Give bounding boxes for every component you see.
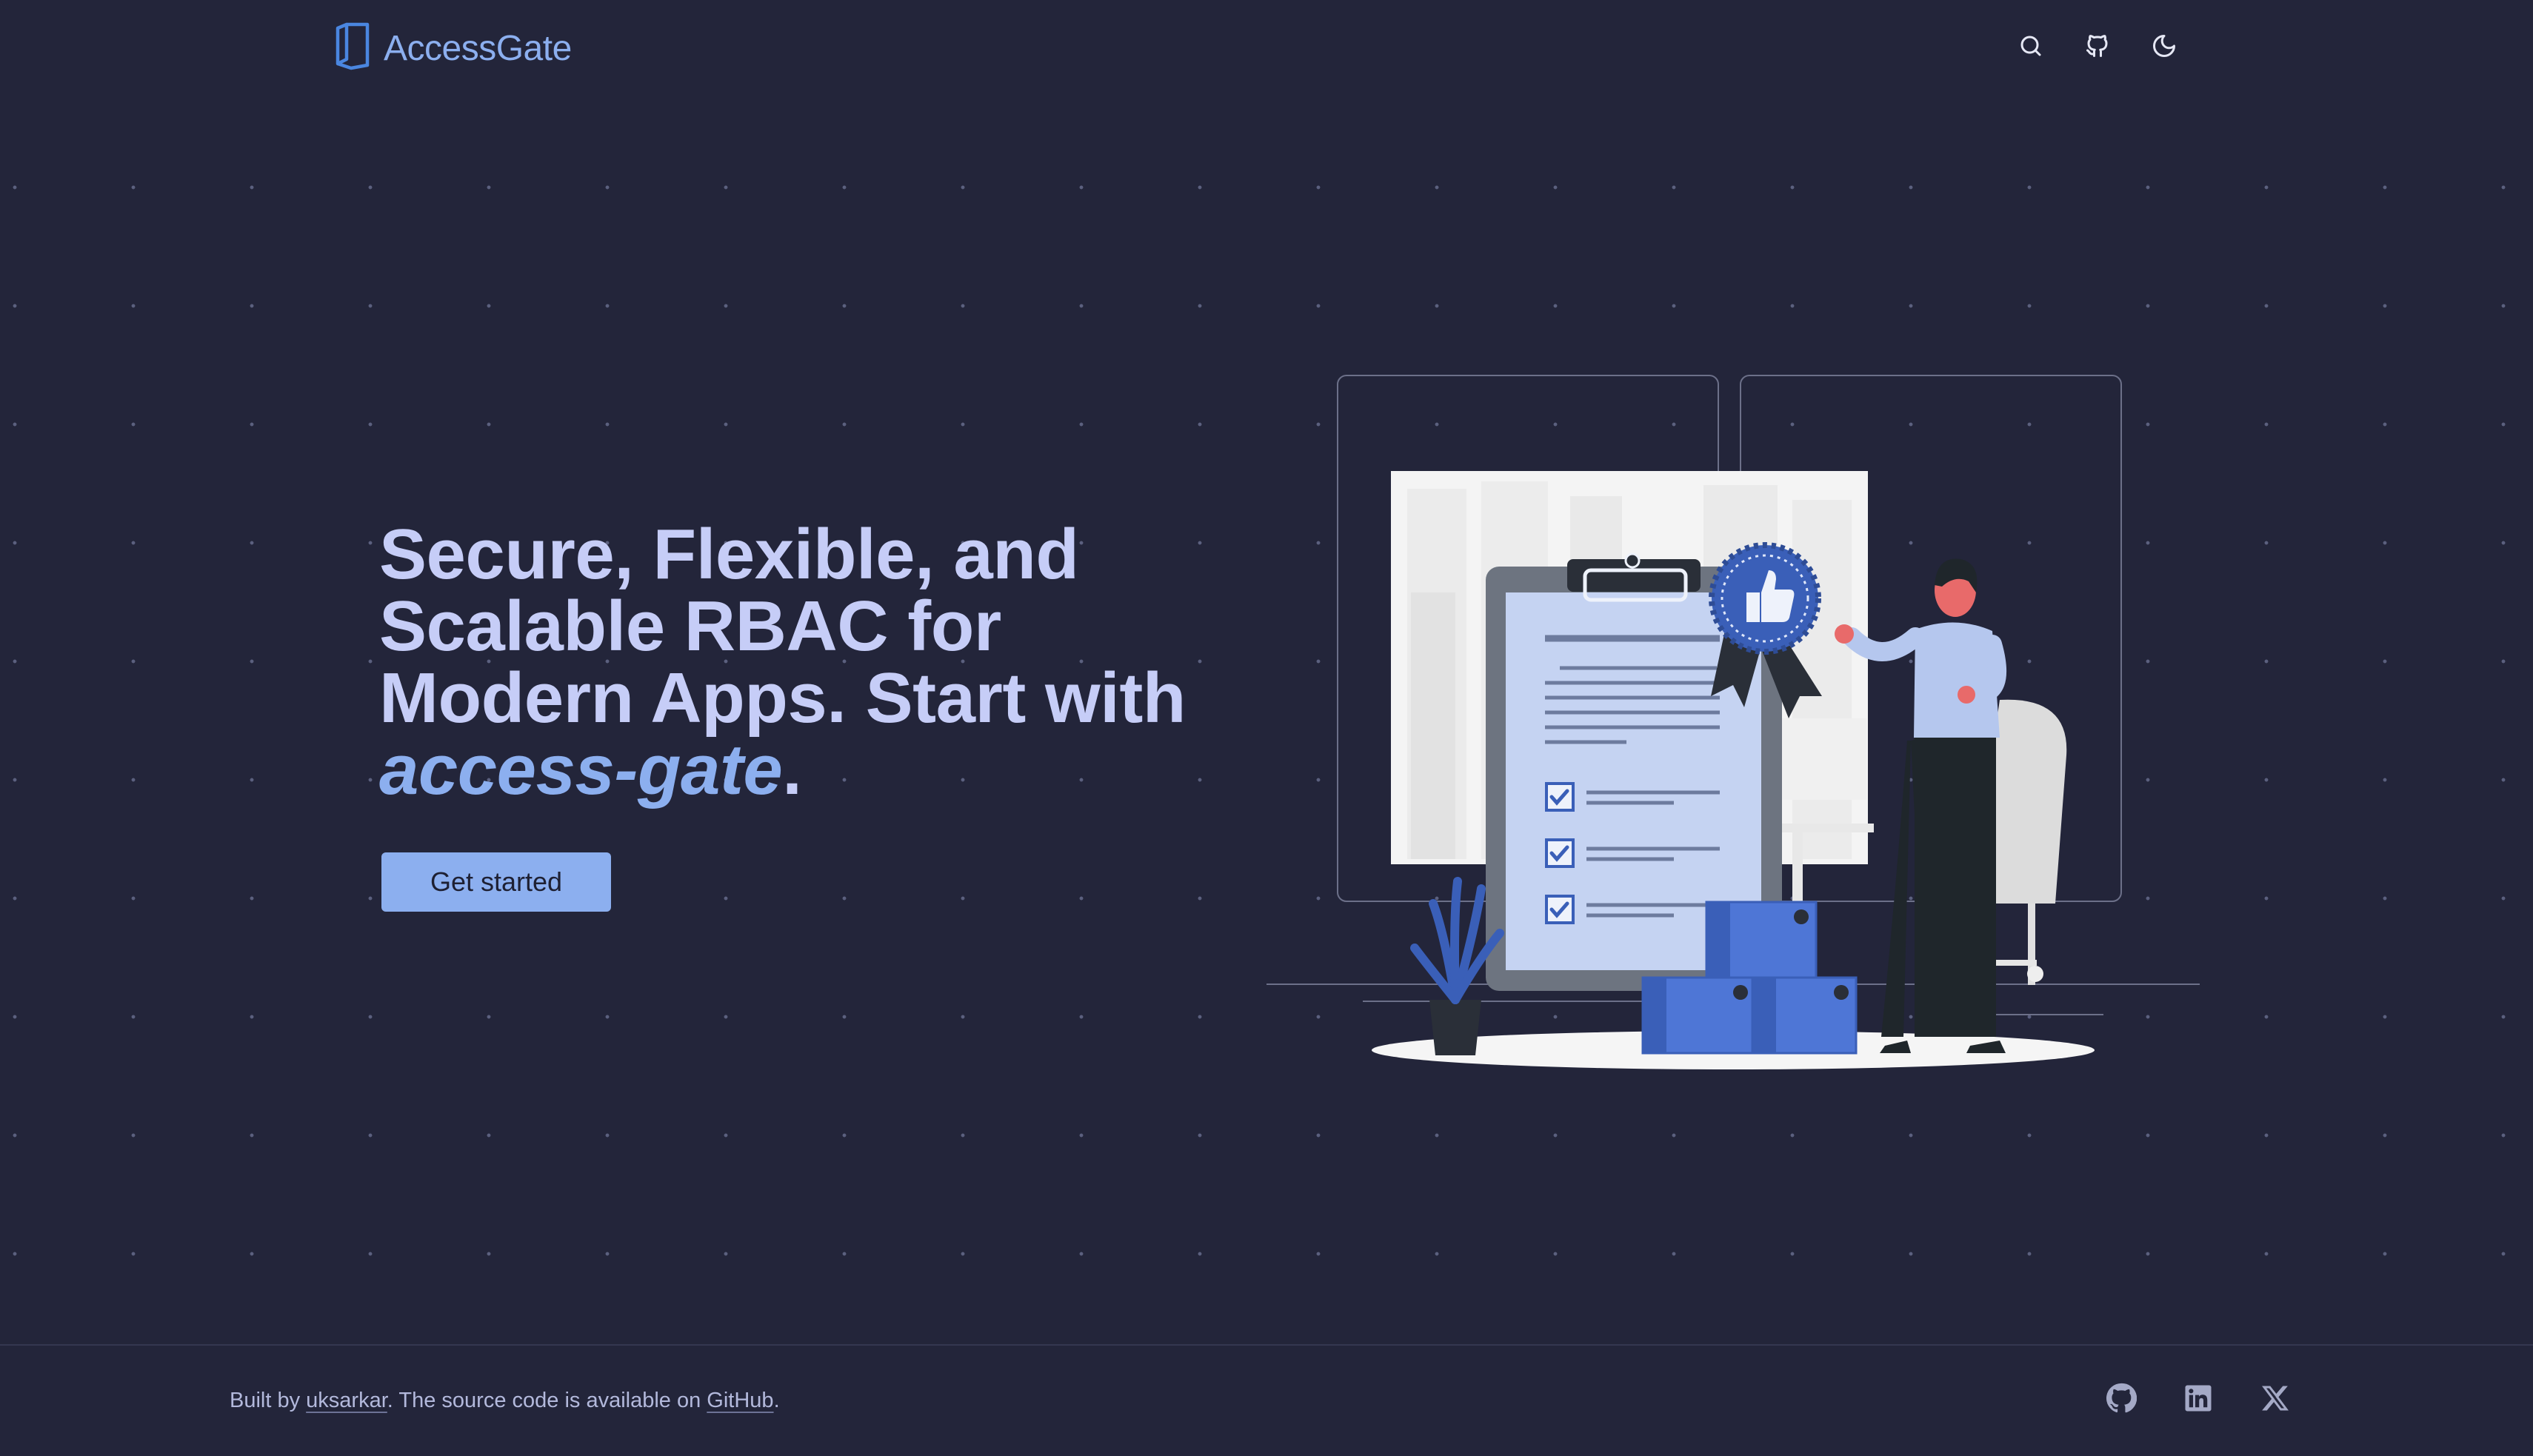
hero-title-line-3: Modern Apps. Start with	[379, 658, 1186, 738]
x-icon[interactable]	[2257, 1380, 2293, 1416]
github-icon[interactable]	[2081, 30, 2114, 62]
get-started-button[interactable]: Get started	[381, 852, 611, 912]
linkedin-icon[interactable]	[2180, 1380, 2216, 1416]
hero-illustration	[1259, 370, 2200, 1081]
hero-title: Secure, Flexible, and Scalable RBAC for …	[379, 518, 1268, 806]
footer-credits: Built by uksarkar. The source code is av…	[230, 1389, 780, 1413]
github-icon[interactable]	[2103, 1380, 2139, 1416]
footer-suffix: .	[773, 1389, 780, 1412]
source-code-link[interactable]: GitHub	[707, 1389, 773, 1412]
hero-title-line-1: Secure, Flexible, and	[379, 515, 1079, 594]
social-links	[2103, 1380, 2293, 1416]
author-link[interactable]: uksarkar	[306, 1389, 387, 1412]
brand-link[interactable]: AccessGate	[333, 22, 572, 75]
footer-built-by: Built by	[230, 1389, 307, 1412]
footer-divider	[0, 1344, 2533, 1346]
hero-title-end: .	[782, 730, 802, 809]
header-actions	[2015, 30, 2180, 62]
moon-icon[interactable]	[2148, 30, 2180, 62]
site-header: AccessGate	[0, 0, 2533, 104]
brand-name: AccessGate	[384, 29, 572, 68]
search-icon[interactable]	[2015, 30, 2047, 62]
logo-icon	[333, 22, 372, 75]
hero-title-accent: access-gate	[379, 730, 783, 809]
footer-middle-text: . The source code is available on	[387, 1389, 707, 1412]
hero-title-line-2: Scalable RBAC for	[379, 587, 1001, 666]
